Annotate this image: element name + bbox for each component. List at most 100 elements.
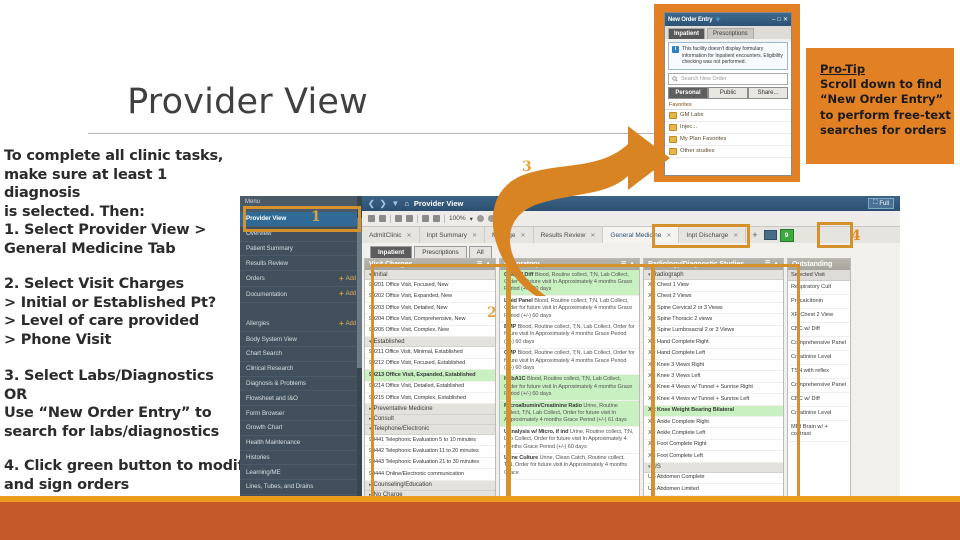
- sidebar-item-clinical-research[interactable]: Clinical Research: [240, 362, 362, 377]
- sidebar-item-growth-chart[interactable]: Growth Chart: [240, 421, 362, 436]
- sidebar-item-label: Documentation: [246, 290, 288, 298]
- step-2-text: 2. Select Visit Charges > Initial or Est…: [4, 276, 216, 348]
- sidebar-item-form-browser[interactable]: Form Browser: [240, 406, 362, 421]
- tab-admitclinic[interactable]: AdmitClinic ✕: [362, 227, 420, 243]
- binoculars-icon[interactable]: [368, 215, 375, 222]
- minimize-icon[interactable]: –: [772, 17, 775, 23]
- expand-icon: ⛶: [873, 200, 878, 206]
- favorite-label: Injec...: [680, 124, 698, 131]
- sidebar-add-button[interactable]: + Add: [339, 274, 356, 283]
- envelope-icon[interactable]: [763, 230, 777, 240]
- segment-shared[interactable]: Share...: [748, 86, 788, 99]
- folder-icon: [669, 135, 677, 143]
- sidebar-item-orders[interactable]: Orders + Add: [240, 271, 362, 287]
- slide-canvas: Provider View To complete all clinic tas…: [0, 0, 960, 540]
- close-icon[interactable]: ✕: [521, 232, 526, 239]
- sidebar-item-documentation[interactable]: Documentation + Add: [240, 287, 362, 303]
- sidebar-item-label: Histories: [246, 453, 270, 461]
- segment-personal[interactable]: Personal: [668, 86, 708, 99]
- paste-icon[interactable]: [406, 215, 413, 222]
- sidebar-item-label: Flowsheet and I&O: [246, 394, 298, 402]
- favorite-label: Other studies: [680, 148, 715, 155]
- tab-prescriptions[interactable]: Prescriptions: [707, 28, 754, 39]
- sidebar-item-label: Orders: [246, 275, 265, 283]
- zoom-dropdown-icon[interactable]: ▾: [470, 215, 473, 223]
- footer-bar: [0, 502, 960, 540]
- plus-icon: +: [339, 289, 344, 299]
- sidebar-item-health-maintenance[interactable]: Health Maintenance: [240, 436, 362, 451]
- status-circle-icon: [487, 215, 495, 222]
- search-icon: [672, 76, 678, 82]
- callout-3: 3: [522, 159, 532, 175]
- sidebar-item-label: Chart Search: [246, 350, 282, 358]
- sidebar-item-lines-tubes-and-drains[interactable]: Lines, Tubes, and Drains: [240, 480, 362, 495]
- home-icon[interactable]: ⌂: [404, 199, 409, 208]
- sidebar-item-label: Health Maintenance: [246, 439, 301, 447]
- full-screen-button[interactable]: ⛶ Full: [868, 198, 894, 209]
- tab-inpt-summary[interactable]: Inpt Summary ✕: [420, 227, 486, 243]
- new-order-entry-titlebar: New Order Entry + – □ ✕: [665, 13, 791, 26]
- maximize-icon[interactable]: □: [777, 17, 781, 23]
- list-item[interactable]: Other studies: [665, 146, 791, 158]
- plus-icon: +: [339, 318, 344, 328]
- tab-manage[interactable]: Manage ✕: [485, 227, 534, 243]
- sidebar-item-allergies[interactable]: Allergies + Add: [240, 316, 362, 333]
- favorites-label: Favorites: [665, 101, 791, 110]
- sidebar-item-label: Patient Summary: [246, 244, 293, 252]
- filter-prescriptions[interactable]: Prescriptions: [414, 245, 467, 259]
- favorite-label: My Plan Favorites: [680, 136, 727, 143]
- sidebar-item-label: Allergies: [246, 320, 270, 328]
- segment-public[interactable]: Public: [708, 86, 748, 99]
- callout-4: 4: [851, 228, 861, 244]
- tab-results-review[interactable]: Results Review ✕: [534, 227, 604, 243]
- dropdown-icon[interactable]: ▼: [391, 199, 399, 208]
- close-icon[interactable]: ✕: [472, 232, 477, 239]
- forward-icon[interactable]: ❯: [380, 199, 387, 208]
- list-item[interactable]: GM Labs: [665, 110, 791, 122]
- sidebar-item-diagnosis-problems[interactable]: Diagnosis & Problems: [240, 377, 362, 392]
- ehr-titlebar: ❮ ❯ ▼ ⌂ Provider View ⛶ Full: [362, 196, 900, 211]
- sidebar-add-button[interactable]: + Add: [339, 318, 356, 328]
- list-item[interactable]: My Plan Favorites: [665, 134, 791, 146]
- favorite-label: GM Labs: [680, 112, 704, 119]
- tab-label: Results Review: [540, 231, 586, 239]
- back-icon[interactable]: ❮: [368, 199, 375, 208]
- print-icon[interactable]: [379, 215, 386, 222]
- zoom-in-icon[interactable]: [422, 215, 429, 222]
- search-new-order-input[interactable]: Search New Order: [668, 72, 788, 85]
- lock-icon[interactable]: [498, 215, 506, 222]
- new-order-entry-tabs: Inpatient Prescriptions: [665, 26, 791, 39]
- close-icon[interactable]: ✕: [590, 232, 595, 239]
- copy-icon[interactable]: [395, 215, 402, 222]
- sidebar-item-label: Growth Chart: [246, 424, 283, 432]
- sidebar-item-chart-search[interactable]: Chart Search: [240, 347, 362, 362]
- toolbar-divider: [444, 214, 445, 223]
- pro-tip-body: Scroll down to find “New Order Entry” to…: [820, 77, 951, 137]
- close-icon[interactable]: ✕: [407, 232, 412, 239]
- sign-orders-button[interactable]: 9: [779, 228, 794, 242]
- filter-all[interactable]: All: [468, 245, 492, 259]
- new-order-entry-window: New Order Entry + – □ ✕ Inpatient Prescr…: [664, 12, 792, 176]
- window-controls[interactable]: – □ ✕: [772, 16, 788, 24]
- zoom-out-icon[interactable]: [433, 215, 440, 222]
- tab-inpatient[interactable]: Inpatient: [668, 28, 705, 39]
- status-circle-icon: [476, 215, 484, 222]
- add-label: Add: [345, 275, 356, 282]
- sidebar-item-body-system-view[interactable]: Body System View: [240, 332, 362, 348]
- sidebar-item-label: Body System View: [246, 335, 297, 343]
- sidebar-item-flowsheet-and-i-o[interactable]: Flowsheet and I&O: [240, 391, 362, 407]
- list-item[interactable]: Injec...: [665, 122, 791, 134]
- callout-1: 1: [311, 209, 321, 225]
- sidebar-item-label: Results Review: [246, 259, 288, 267]
- sidebar-item-histories[interactable]: Histories: [240, 451, 362, 466]
- sidebar-item-learning-me[interactable]: Learning/ME: [240, 465, 362, 481]
- add-icon[interactable]: +: [715, 15, 720, 24]
- highlight-radiology: [651, 264, 800, 508]
- sidebar-item-results-review[interactable]: Results Review: [240, 256, 362, 272]
- close-icon[interactable]: ✕: [783, 16, 788, 23]
- sidebar-add-button[interactable]: + Add: [339, 290, 356, 298]
- favorites-scope-segments: Personal Public Share...: [668, 86, 788, 99]
- folder-icon: [669, 111, 677, 119]
- filter-inpatient[interactable]: Inpatient: [370, 245, 413, 259]
- sidebar-item-patient-summary[interactable]: Patient Summary: [240, 242, 362, 257]
